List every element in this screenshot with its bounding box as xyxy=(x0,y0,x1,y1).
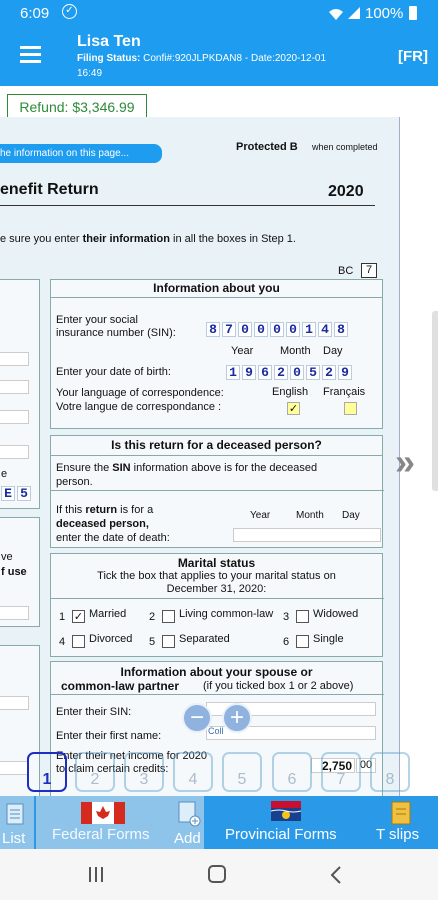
bottom-tab-bar: List Federal Forms Add Provincial Forms … xyxy=(0,796,438,849)
zoom-label: Coll xyxy=(208,726,224,736)
return-page: he information on this page... Protected… xyxy=(0,117,400,796)
system-nav-bar xyxy=(0,849,438,900)
info-about-you-title: Information about you xyxy=(51,280,382,298)
taxpayer-name: Lisa Ten xyxy=(77,33,141,50)
menu-icon[interactable] xyxy=(20,46,41,64)
add-form-icon xyxy=(178,801,201,827)
separated-checkbox[interactable] xyxy=(162,635,175,648)
common-law-checkbox[interactable] xyxy=(162,610,175,623)
side-scroll-handle[interactable] xyxy=(432,311,438,491)
divorced-checkbox[interactable] xyxy=(72,635,85,648)
left-column-residence: ve f use xyxy=(0,517,40,627)
page-1-button[interactable]: 1 xyxy=(27,752,67,792)
canada-flag-icon xyxy=(81,802,125,824)
form-title: enefit Return xyxy=(0,181,99,198)
tab-add[interactable]: Add xyxy=(172,796,204,849)
filing-info: Filing Status: Confi#:920JLPKDAN8 - Date… xyxy=(77,53,327,64)
step1-intro: e sure you enter their information in al… xyxy=(0,233,296,245)
battery-icon xyxy=(409,6,417,20)
page-6-button[interactable]: 6 xyxy=(272,752,312,792)
bc-flag-icon xyxy=(271,801,301,821)
date-of-death-input[interactable] xyxy=(233,528,381,542)
filing-date: 2020-12-01 xyxy=(274,53,327,64)
t-slips-icon xyxy=(391,801,411,825)
left-fragment-e: e xyxy=(1,468,8,480)
next-page-chevron-icon[interactable]: » xyxy=(395,441,415,483)
left-column-identification: e E5 xyxy=(0,279,40,509)
page-4-button[interactable]: 4 xyxy=(173,752,213,792)
deceased-person-section: Is this return for a deceased person? En… xyxy=(50,435,384,548)
status-time: 6:09 xyxy=(20,5,50,22)
protected-b-label: Protected B xyxy=(236,141,298,153)
filing-status-label: Filing Status: xyxy=(77,53,141,64)
confirmation-number: 920JLPKDAN8 xyxy=(174,53,243,64)
tab-t-slips[interactable]: T slips xyxy=(370,796,432,849)
zoom-in-button[interactable]: + xyxy=(222,703,252,733)
list-icon xyxy=(6,803,24,825)
form-viewport[interactable]: Refund: $3,346.99 he information on this… xyxy=(0,86,438,796)
tab-federal-forms[interactable]: Federal Forms xyxy=(36,796,172,849)
confirmation-label: Confi#: xyxy=(143,53,175,64)
filing-time: 16:49 xyxy=(77,68,103,79)
english-checkbox[interactable]: ✓ xyxy=(287,402,300,415)
recents-icon[interactable] xyxy=(88,867,104,882)
date-label: Date: xyxy=(250,53,275,64)
info-about-you-section: Information about you Enter your social … xyxy=(50,279,383,429)
check-circle-icon: ✓ xyxy=(62,4,77,19)
tab-provincial-forms[interactable]: Provincial Forms xyxy=(217,796,353,849)
home-icon[interactable] xyxy=(208,865,226,883)
page-5-button[interactable]: 5 xyxy=(222,752,262,792)
page-8-button[interactable]: 8 xyxy=(370,752,410,792)
single-checkbox[interactable] xyxy=(296,635,309,648)
married-checkbox[interactable]: ✓ xyxy=(72,610,85,623)
province-box: 7 xyxy=(361,263,377,278)
tab-list[interactable]: List xyxy=(0,796,34,849)
language-toggle-button[interactable]: [FR] xyxy=(398,48,428,65)
back-icon[interactable] xyxy=(330,865,342,885)
form-year: 2020 xyxy=(328,183,364,200)
app-bar: Lisa Ten Filing Status: Confi#:920JLPKDA… xyxy=(0,28,438,86)
when-completed-label: when completed xyxy=(312,142,378,152)
date-of-birth-input[interactable]: 19620529 xyxy=(226,363,354,381)
page-info-link[interactable]: he information on this page... xyxy=(0,144,162,163)
marital-status-section: Marital status Tick the box that applies… xyxy=(50,553,384,657)
sin-input[interactable]: 870000148 xyxy=(206,320,350,338)
province-code: BC xyxy=(338,265,354,277)
page-3-button[interactable]: 3 xyxy=(124,752,164,792)
wifi-icon xyxy=(329,9,343,20)
page-7-button[interactable]: 7 xyxy=(321,752,361,792)
french-checkbox[interactable] xyxy=(344,402,357,415)
battery-percent: 100% xyxy=(365,5,404,22)
widowed-checkbox[interactable] xyxy=(296,610,309,623)
signal-icon xyxy=(348,7,360,19)
page-2-button[interactable]: 2 xyxy=(75,752,115,792)
status-bar: 6:09 ✓ 100% xyxy=(0,0,438,28)
